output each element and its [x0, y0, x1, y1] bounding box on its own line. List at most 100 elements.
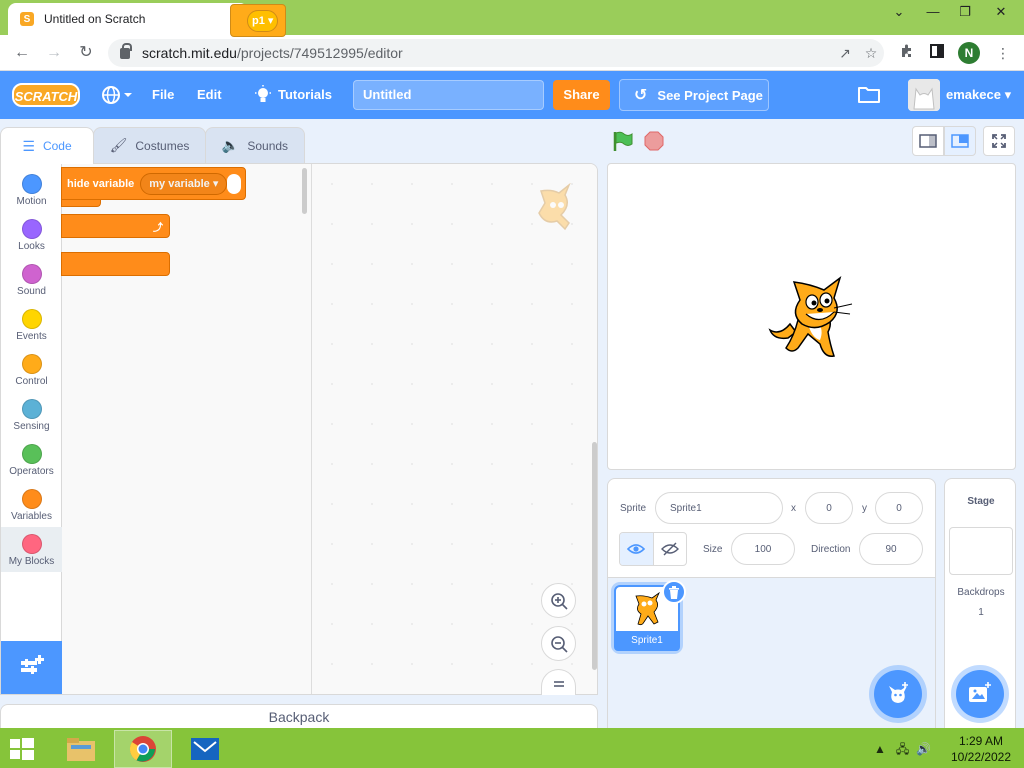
add-extension-icon — [21, 655, 44, 674]
stop-sign-icon[interactable] — [644, 131, 664, 151]
lightbulb-icon — [255, 85, 271, 102]
costume-dropdown[interactable]: p1 ▾ — [247, 9, 279, 32]
image-plus-icon — [969, 682, 991, 702]
my-stuff-folder-icon[interactable] — [858, 85, 880, 103]
backdrops-count: 1 — [978, 607, 984, 618]
variable-block[interactable] — [61, 252, 170, 276]
tab-code-label: Code — [42, 139, 72, 153]
tab-sounds[interactable]: 🔈 Sounds — [205, 127, 305, 163]
category-operators[interactable]: Operators — [1, 437, 62, 482]
forward-arrow-icon[interactable]: → — [42, 41, 66, 65]
costume-dropdown-value: p1 — [252, 14, 265, 27]
show-sprite-button[interactable] — [620, 533, 653, 565]
mail-icon[interactable] — [176, 730, 234, 768]
see-project-page-button[interactable]: ↺ See Project Page — [619, 79, 769, 111]
variable-dropdown[interactable]: my variable ▾ — [140, 172, 228, 195]
variable-block[interactable]: ⤴ — [61, 214, 170, 238]
project-title-input[interactable]: Untitled — [353, 80, 544, 110]
profile-avatar[interactable]: N — [958, 42, 980, 64]
looks-block[interactable]: p1 ▾ — [230, 4, 286, 37]
fullscreen-button[interactable] — [983, 126, 1015, 156]
url-input[interactable]: scratch.mit.edu/projects/749512995/edito… — [108, 39, 884, 67]
category-events[interactable]: Events — [1, 302, 62, 347]
minimize-button[interactable]: — — [916, 2, 950, 24]
category-variables-dot — [22, 489, 42, 509]
scratch-cat-sprite[interactable] — [768, 274, 854, 362]
bookmark-star-icon[interactable]: ☆ — [858, 45, 884, 62]
palette-scrollbar[interactable] — [302, 168, 307, 214]
volume-icon[interactable]: 🔊 — [916, 742, 931, 756]
category-variables[interactable]: Variables — [1, 482, 62, 527]
workspace-scrollbar[interactable] — [592, 442, 597, 670]
category-looks-dot — [22, 219, 42, 239]
zoom-out-button[interactable] — [541, 626, 576, 661]
lock-icon[interactable] — [120, 42, 132, 59]
system-tray[interactable]: ▲ 🖧 🔊 — [874, 740, 931, 761]
stage-thumbnail[interactable] — [949, 527, 1013, 575]
scratch-menu-bar: SCRATCH File Edit Tutorials Untitled Sha… — [0, 71, 1024, 119]
clock-date: 10/22/2022 — [950, 750, 1012, 764]
delete-sprite-button[interactable] — [662, 580, 686, 604]
category-motion[interactable]: Motion — [1, 167, 62, 212]
category-control[interactable]: Control — [1, 347, 62, 392]
system-clock[interactable]: 1:29 AM 10/22/2022 — [946, 733, 1016, 765]
category-looks[interactable]: Looks — [1, 212, 62, 257]
normal-stage-button[interactable] — [944, 126, 976, 156]
user-avatar[interactable] — [908, 79, 940, 111]
share-button[interactable]: Share — [553, 80, 610, 110]
url-path: /projects/749512995/editor — [236, 45, 403, 61]
browser-tab[interactable]: S Untitled on Scratch ✕ — [8, 3, 248, 35]
tutorials-button[interactable]: Tutorials — [254, 71, 332, 119]
hide-variable-block[interactable]: hide variable my variable ▾ — [61, 167, 246, 200]
category-events-label: Events — [16, 331, 47, 342]
y-position-input[interactable]: 0 — [875, 492, 923, 524]
tab-code[interactable]: ☰ Code — [0, 127, 94, 164]
zoom-out-icon — [550, 635, 568, 653]
add-extension-button[interactable] — [1, 641, 62, 694]
choose-sprite-button[interactable] — [874, 670, 922, 718]
share-page-icon[interactable]: ↗ — [832, 45, 858, 62]
category-menu: Motion Looks Sound Events Control Sensin… — [1, 164, 62, 641]
address-bar-row: ← → ↻ scratch.mit.edu/projects/749512995… — [0, 35, 1024, 71]
variable-dropdown-value: my variable — [149, 177, 210, 190]
username-menu[interactable]: emakece ▾ — [946, 71, 1011, 119]
zoom-in-button[interactable] — [541, 583, 576, 618]
small-stage-button[interactable] — [912, 126, 944, 156]
eye-slash-icon — [660, 542, 679, 556]
category-variables-label: Variables — [11, 511, 52, 522]
side-panel-icon[interactable] — [926, 43, 948, 65]
direction-label: Direction — [811, 544, 851, 555]
x-position-input[interactable]: 0 — [805, 492, 853, 524]
network-icon[interactable]: 🖧 — [896, 742, 909, 756]
category-operators-dot — [22, 444, 42, 464]
category-my-blocks[interactable]: My Blocks — [1, 527, 62, 572]
sprite-name-input[interactable]: Sprite1 — [655, 492, 783, 524]
hide-sprite-button[interactable] — [652, 533, 686, 565]
file-explorer-icon[interactable] — [52, 730, 110, 768]
tray-chevron-icon[interactable]: ▲ — [874, 742, 886, 756]
file-menu[interactable]: File — [152, 71, 174, 119]
extensions-puzzle-icon[interactable] — [896, 43, 918, 65]
tab-title: Untitled on Scratch — [44, 12, 146, 26]
scratch-logo[interactable]: SCRATCH — [12, 83, 80, 107]
restore-button[interactable]: ❐ — [948, 2, 982, 24]
speaker-icon: 🔈 — [221, 137, 240, 153]
back-arrow-icon[interactable]: ← — [10, 41, 34, 65]
eye-icon — [627, 544, 646, 554]
browser-menu-icon[interactable]: ⋮ — [992, 43, 1014, 65]
edit-menu[interactable]: Edit — [197, 71, 222, 119]
choose-backdrop-button[interactable] — [956, 670, 1004, 718]
language-menu[interactable] — [100, 71, 140, 119]
category-sound[interactable]: Sound — [1, 257, 62, 302]
windows-start-icon[interactable] — [6, 736, 36, 762]
reload-icon[interactable]: ↻ — [74, 41, 98, 65]
direction-input[interactable]: 90 — [859, 533, 923, 565]
size-input[interactable]: 100 — [731, 533, 795, 565]
category-events-dot — [22, 309, 42, 329]
green-flag-icon[interactable] — [612, 130, 634, 152]
tab-search-icon[interactable]: ⌄ — [882, 2, 916, 24]
close-window-button[interactable]: ✕ — [984, 2, 1018, 24]
tab-costumes[interactable]: 🖌 Costumes — [93, 127, 206, 163]
chrome-taskbar-icon[interactable] — [114, 730, 172, 768]
category-sensing[interactable]: Sensing — [1, 392, 62, 437]
